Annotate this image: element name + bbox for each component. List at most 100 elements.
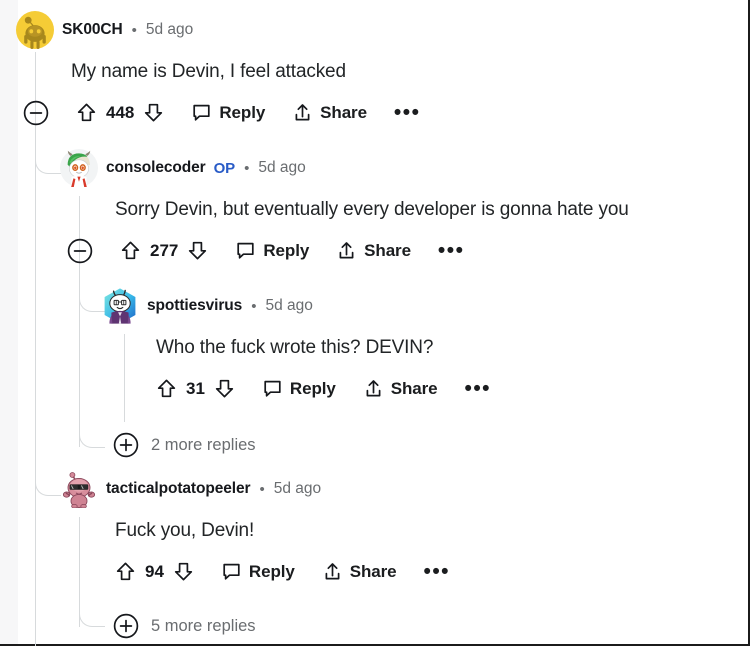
comment-header: tacticalpotatopeeler • 5d ago [60,470,720,508]
overflow-menu-button[interactable]: ••• [423,561,450,582]
comment-bubble-icon [223,563,240,580]
comment-spottiesvirus: spottiesvirus • 5d ago Who the fuck wrot… [101,287,721,406]
meta-separator: • [131,21,137,39]
downvote-button[interactable] [143,102,164,123]
share-label: Share [320,102,367,122]
plus-circle-icon [113,613,139,639]
comment-header: consolecoder OP • 5d ago [60,149,720,187]
comment-action-bar: 31 Reply Share ••• [156,372,721,406]
share-button[interactable]: Share [322,561,397,582]
snoo-pink-sunglasses-avatar[interactable] [60,470,98,508]
comment-author[interactable]: SK00CH [62,21,123,39]
reply-label: Reply [289,378,336,398]
reply-button[interactable]: Reply [221,561,295,582]
share-arrow-icon [325,563,340,580]
plus-circle-icon [113,432,139,458]
comment-bubble-icon [237,242,255,259]
more-replies-row[interactable]: 2 more replies [113,432,256,458]
vote-group: 94 [115,561,194,582]
upvote-arrow-icon [116,562,135,581]
downvote-arrow-icon [215,379,234,398]
minus-circle-icon [23,100,49,125]
thread-elbow-to-more-replies-1 [79,422,105,448]
upvote-button[interactable] [76,102,97,123]
downvote-button[interactable] [187,240,208,261]
reply-label: Reply [219,102,266,122]
thread-elbow-to-more-replies-2 [79,601,105,627]
share-arrow-icon [295,104,310,121]
overflow-menu-button[interactable]: ••• [464,378,491,399]
comment-text: Sorry Devin, but eventually every develo… [115,199,629,220]
meta-separator: • [259,480,265,498]
comment-action-bar: 277 Reply Share ••• [67,234,720,268]
upvote-arrow-icon [121,241,140,260]
upvote-button[interactable] [115,561,136,582]
more-replies-label[interactable]: 2 more replies [151,436,256,455]
upvote-button[interactable] [120,240,141,261]
vote-group: 448 [76,102,164,123]
downvote-button[interactable] [173,561,194,582]
comment-author[interactable]: consolecoder [106,159,206,177]
thread-elbow-to-consolecoder [35,148,61,174]
vote-group: 31 [156,378,235,399]
expand-replies-button[interactable] [113,432,139,458]
share-button[interactable]: Share [336,240,411,261]
more-replies-row[interactable]: 5 more replies [113,613,256,639]
meta-separator: • [251,297,257,315]
share-button[interactable]: Share [363,378,438,399]
comment-header: spottiesvirus • 5d ago [101,287,721,325]
overflow-menu-button[interactable]: ••• [438,240,465,261]
comment-bubble-icon [193,104,211,121]
share-arrow-icon [339,242,354,259]
reply-button[interactable]: Reply [235,240,309,261]
comment-sk00ch: SK00CH • 5d ago My name is Devin, I feel… [16,11,716,130]
meta-separator: • [244,159,250,177]
reply-button[interactable]: Reply [191,102,265,123]
comment-timestamp: 5d ago [145,21,194,38]
comment-header: SK00CH • 5d ago [16,11,716,49]
expand-replies-button[interactable] [113,613,139,639]
comment-consolecoder: consolecoder OP • 5d ago Sorry Devin, bu… [60,149,720,268]
op-badge: OP [213,159,236,177]
collapse-button[interactable] [67,238,93,264]
downvote-arrow-icon [145,103,163,122]
comment-action-bar: 448 Reply Share ••• [23,96,716,130]
vote-count: 94 [145,561,164,581]
downvote-arrow-icon [189,241,207,260]
share-label: Share [349,561,397,581]
comment-timestamp: 5d ago [265,297,313,314]
comment-timestamp: 5d ago [273,480,322,497]
share-button[interactable]: Share [292,102,367,123]
comment-text: My name is Devin, I feel attacked [71,61,346,82]
reply-button[interactable]: Reply [262,378,336,399]
comment-author[interactable]: tacticalpotatopeeler [106,480,251,498]
upvote-arrow-icon [77,103,96,122]
vote-count: 448 [106,102,135,122]
collapse-button[interactable] [23,100,49,126]
vote-count: 277 [150,240,179,260]
upvote-arrow-icon [157,379,176,398]
share-arrow-icon [366,380,381,397]
comment-text: Who the fuck wrote this? DEVIN? [156,337,434,358]
downvote-button[interactable] [214,378,235,399]
overflow-menu-button[interactable]: ••• [394,102,421,123]
minus-circle-icon [67,238,93,263]
thread-line-depth-0[interactable] [35,52,36,646]
snoo-purple-shirt-avatar[interactable] [101,287,139,325]
reddit-comment-thread: SK00CH • 5d ago My name is Devin, I feel… [0,0,750,646]
reply-label: Reply [263,240,310,260]
comment-text: Fuck you, Devin! [115,520,255,541]
comment-tacticalpotatopeeler: tacticalpotatopeeler • 5d ago Fuck you, … [60,470,720,589]
comment-author[interactable]: spottiesvirus [147,297,242,315]
comment-bubble-icon [264,380,281,397]
vote-group: 277 [120,240,208,261]
thread-elbow-to-tacticalpotatopeeler [35,470,61,496]
upvote-button[interactable] [156,378,177,399]
share-label: Share [390,378,438,398]
comment-timestamp: 5d ago [258,159,306,176]
snoo-green-hat-avatar[interactable] [60,149,98,187]
vote-count: 31 [186,378,205,398]
snoo-yellow-avatar[interactable] [16,11,54,49]
share-label: Share [364,240,411,260]
more-replies-label[interactable]: 5 more replies [151,617,256,636]
